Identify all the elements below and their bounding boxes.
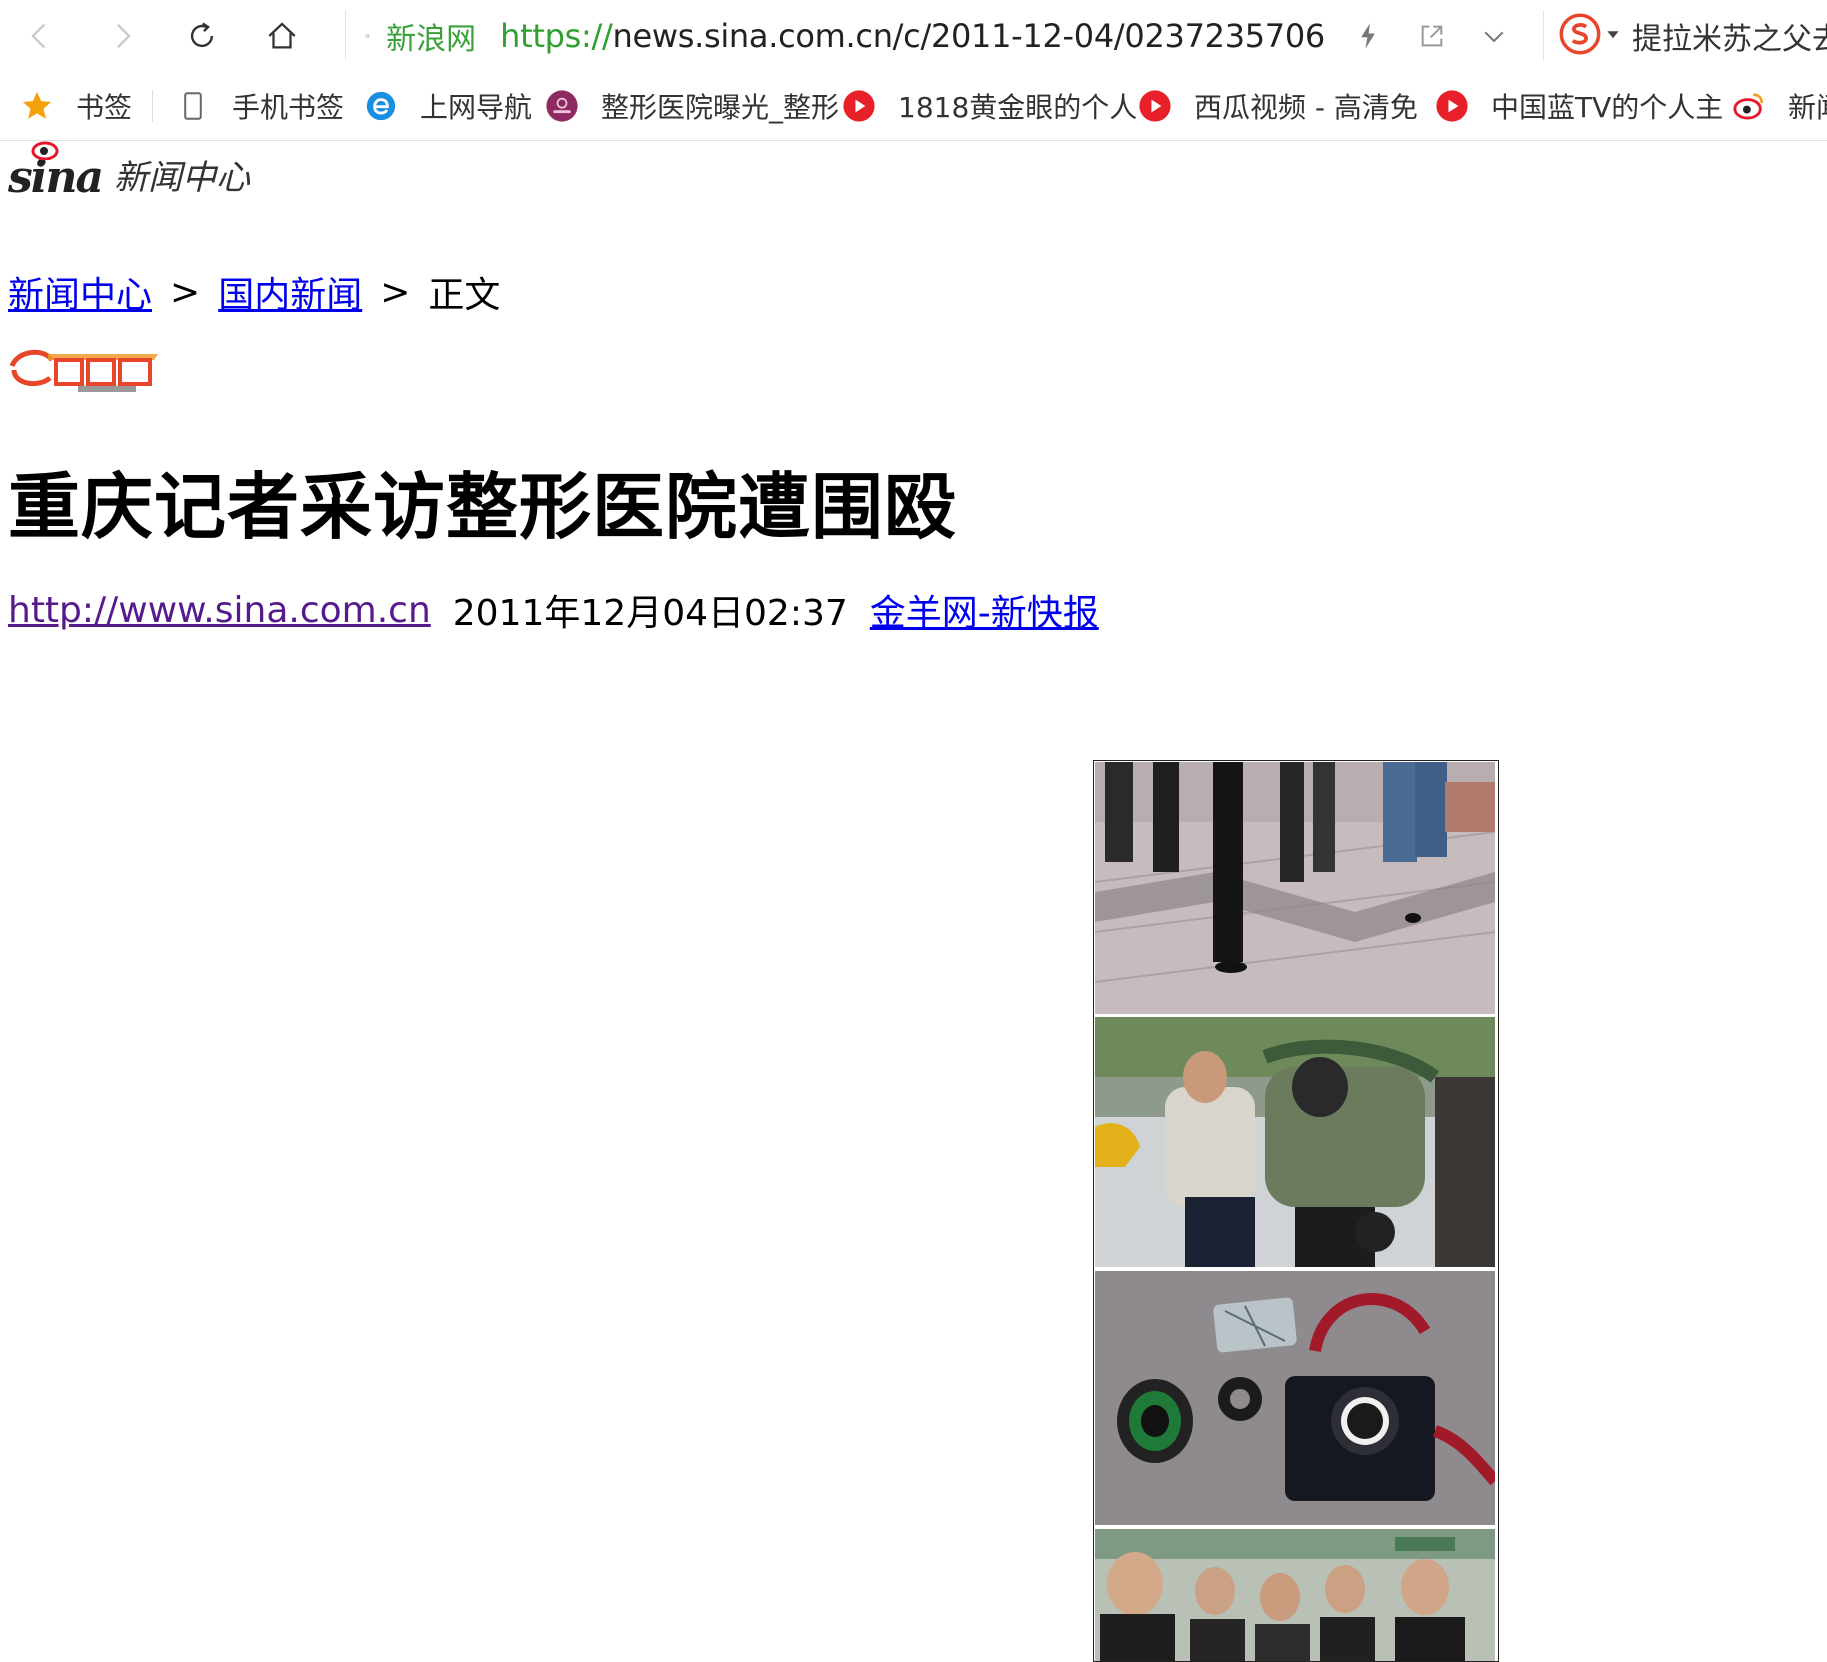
publish-datetime: 2011年12月04日02:37	[452, 593, 848, 634]
reload-icon	[190, 22, 214, 48]
broken-camera-photo	[1095, 1271, 1495, 1525]
url-text[interactable]: https://news.sina.com.cn/c/2011-12-04/02…	[500, 17, 1325, 55]
street-feet-photo	[1095, 762, 1495, 1014]
site-name-label: 新浪网	[386, 22, 477, 57]
caret-down-icon	[1607, 31, 1619, 39]
toolbar-divider-2	[1543, 10, 1544, 60]
sina-eye-icon	[31, 141, 59, 160]
forward-arrow-icon	[116, 23, 131, 49]
breadcrumb: 新闻中心 > 国内新闻 > 正文	[8, 266, 500, 318]
reload-button[interactable]	[176, 10, 228, 62]
lightning-icon	[1361, 23, 1375, 49]
ie-e-icon	[366, 91, 396, 121]
bookmark-item-mobile[interactable]: 手机书签	[176, 86, 344, 126]
url-scheme: https://	[500, 17, 613, 55]
bookmark-item-zhongguolan[interactable]: 中国蓝TV的个人主	[1435, 86, 1723, 126]
article-byline: http://www.sina.com.cn 2011年12月04日02:37 …	[8, 584, 1099, 636]
breadcrumb-current: 正文	[428, 275, 501, 316]
breadcrumb-separator: >	[170, 271, 201, 313]
back-arrow-icon	[31, 23, 46, 49]
bookmarks-bar: 书签 手机书签 上网导航 整形医院曝光_整形 1818黄金眼的个人 西瓜视频 -…	[0, 72, 1827, 141]
bookmark-item-bookmarks[interactable]: 书签	[20, 86, 132, 126]
sina-brand-word: sina	[8, 141, 104, 203]
red-play-icon	[843, 90, 875, 122]
scuffle-photo	[1095, 1017, 1495, 1267]
jinyang-net-logo[interactable]	[8, 344, 164, 394]
forward-button[interactable]	[96, 10, 148, 62]
search-input[interactable]: 提拉米苏之父去	[1632, 14, 1827, 58]
breadcrumb-separator: >	[380, 271, 411, 313]
bookmark-item-xigua[interactable]: 西瓜视频 - 高清免	[1138, 86, 1418, 126]
bookmark-label: 西瓜视频 - 高清免	[1194, 91, 1418, 124]
bookmark-item-plastic-surgery[interactable]: 整形医院曝光_整形	[545, 86, 839, 126]
sina-section-name: 新闻中心	[114, 158, 250, 198]
flower-logo-icon	[546, 90, 578, 122]
breadcrumb-link-news-center[interactable]: 新闻中心	[8, 266, 152, 318]
bookmark-item-navigation[interactable]: 上网导航	[364, 86, 532, 126]
bookmark-label: 新闻	[1788, 91, 1827, 124]
phone-icon	[184, 92, 202, 120]
search-engine-selector[interactable]	[1558, 12, 1620, 56]
bookmark-item-news[interactable]: 新闻	[1732, 86, 1827, 126]
bookmark-label: 1818黄金眼的个人	[898, 91, 1138, 124]
sina-home-link[interactable]: http://www.sina.com.cn	[8, 590, 431, 631]
article-headline: 重庆记者采访整形医院遭围殴	[8, 465, 958, 549]
bookmark-separator	[152, 90, 153, 122]
browser-toolbar: 新浪网 https://news.sina.com.cn/c/2011-12-0…	[0, 0, 1827, 72]
address-bar[interactable]: 新浪网 https://news.sina.com.cn/c/2011-12-0…	[365, 8, 1325, 64]
bookmark-label: 手机书签	[232, 91, 345, 124]
red-play-icon	[1436, 90, 1468, 122]
star-filled-icon	[22, 91, 52, 119]
bookmark-label: 上网导航	[420, 91, 533, 124]
toolbar-divider	[345, 10, 346, 60]
article-photo[interactable]	[1093, 760, 1499, 1662]
bookmark-label: 中国蓝TV的个人主	[1491, 91, 1724, 124]
bookmark-item-1818[interactable]: 1818黄金眼的个人	[842, 86, 1137, 126]
sogou-search-icon	[1559, 13, 1601, 55]
share-button[interactable]	[1410, 14, 1454, 58]
men-group-photo	[1095, 1529, 1495, 1661]
red-play-icon	[1139, 90, 1171, 122]
home-icon	[268, 22, 296, 49]
sina-news-logo[interactable]: sina 新闻中心	[8, 141, 250, 203]
lightning-button[interactable]	[1346, 14, 1390, 58]
home-button[interactable]	[256, 10, 308, 62]
star-outline-icon[interactable]	[365, 17, 370, 55]
bookmark-label: 书签	[76, 91, 133, 124]
share-icon	[1421, 25, 1443, 47]
weibo-eye-icon	[1733, 93, 1764, 120]
breadcrumb-link-domestic-news[interactable]: 国内新闻	[218, 266, 362, 318]
source-link[interactable]: 金羊网-新快报	[870, 584, 1099, 636]
back-button[interactable]	[14, 10, 66, 62]
url-path: news.sina.com.cn/c/2011-12-04/023723570​…	[612, 17, 1325, 55]
chevron-down-icon	[1484, 31, 1504, 43]
bookmark-label: 整形医院曝光_整形	[601, 91, 840, 124]
address-dropdown-button[interactable]	[1472, 14, 1516, 58]
